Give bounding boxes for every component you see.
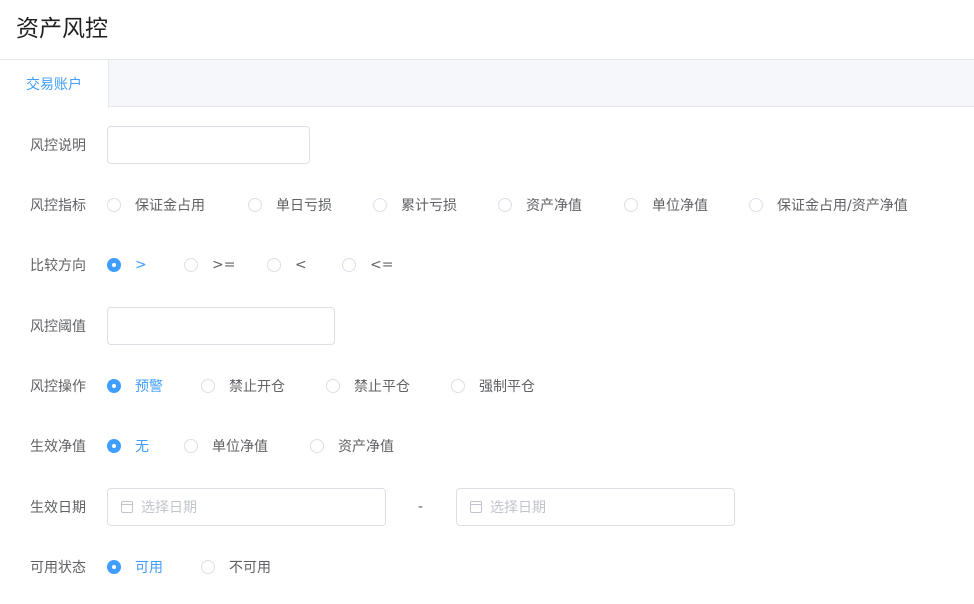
form-row-status: 可用状态 可用 不可用: [0, 547, 974, 587]
direction-radio-lt[interactable]: <: [267, 255, 307, 275]
date-range-separator: -: [418, 499, 424, 515]
radio-circle: [373, 198, 387, 212]
threshold-input[interactable]: [107, 307, 335, 345]
form-row-description: 风控说明: [0, 125, 974, 165]
action-radio-forbid-open[interactable]: 禁止开仓: [201, 376, 285, 396]
calendar-icon: [121, 501, 133, 513]
status-label: 可用状态: [30, 560, 86, 576]
direction-radio-gte[interactable]: >=: [184, 255, 235, 275]
form-row-indicator: 风控指标 保证金占用 单日亏损 累计亏损 资产净值 单位净值 保证金占用/资产净…: [0, 185, 974, 225]
action-radio-warning[interactable]: 预警: [107, 376, 163, 396]
description-input[interactable]: [107, 126, 310, 164]
status-radio-unavailable[interactable]: 不可用: [201, 557, 271, 577]
description-label: 风控说明: [30, 138, 86, 154]
indicator-radio-margin-over-net-asset[interactable]: 保证金占用/资产净值: [749, 195, 908, 215]
radio-circle: [107, 439, 121, 453]
radio-circle: [107, 198, 121, 212]
end-date-placeholder: 选择日期: [490, 500, 546, 516]
end-date-picker[interactable]: 选择日期: [456, 488, 735, 526]
radio-circle: [451, 379, 465, 393]
form-row-threshold: 风控阈值: [0, 306, 974, 346]
effective-date-label: 生效日期: [30, 500, 86, 516]
radio-circle: [107, 560, 121, 574]
threshold-label: 风控阈值: [30, 319, 86, 335]
radio-circle: [267, 258, 281, 272]
tab-trading-account[interactable]: 交易账户: [0, 59, 109, 108]
radio-circle: [107, 379, 121, 393]
form-row-effective-date: 生效日期 选择日期 - 选择日期: [0, 487, 974, 527]
radio-circle: [749, 198, 763, 212]
radio-circle: [498, 198, 512, 212]
indicator-radio-unit-nav[interactable]: 单位净值: [624, 195, 708, 215]
page-title: 资产风控: [16, 16, 108, 42]
indicator-radio-cumulative-loss[interactable]: 累计亏损: [373, 195, 457, 215]
indicator-radio-daily-loss[interactable]: 单日亏损: [248, 195, 332, 215]
effective-nav-radio-net-asset[interactable]: 资产净值: [310, 436, 394, 456]
tab-bar: 交易账户: [0, 59, 974, 108]
radio-circle: [624, 198, 638, 212]
radio-circle: [326, 379, 340, 393]
radio-circle: [310, 439, 324, 453]
action-radio-forbid-close[interactable]: 禁止平仓: [326, 376, 410, 396]
radio-circle: [201, 379, 215, 393]
start-date-picker[interactable]: 选择日期: [107, 488, 386, 526]
radio-circle: [184, 258, 198, 272]
radio-circle: [184, 439, 198, 453]
effective-nav-radio-unit-nav[interactable]: 单位净值: [184, 436, 268, 456]
direction-label: 比较方向: [30, 258, 86, 274]
indicator-radio-net-asset[interactable]: 资产净值: [498, 195, 582, 215]
form-row-effective-nav: 生效净值 无 单位净值 资产净值: [0, 426, 974, 466]
radio-circle: [248, 198, 262, 212]
radio-circle: [107, 258, 121, 272]
direction-radio-gt[interactable]: >: [107, 255, 147, 275]
radio-circle: [342, 258, 356, 272]
calendar-icon: [470, 501, 482, 513]
action-label: 风控操作: [30, 379, 86, 395]
indicator-label: 风控指标: [30, 198, 86, 214]
form-row-action: 风控操作 预警 禁止开仓 禁止平仓 强制平仓: [0, 366, 974, 406]
radio-circle: [201, 560, 215, 574]
start-date-placeholder: 选择日期: [141, 500, 197, 516]
effective-nav-label: 生效净值: [30, 439, 86, 455]
status-radio-available[interactable]: 可用: [107, 557, 163, 577]
effective-nav-radio-none[interactable]: 无: [107, 436, 149, 456]
indicator-radio-margin-usage[interactable]: 保证金占用: [107, 195, 205, 215]
form-row-direction: 比较方向 > >= < <=: [0, 245, 974, 285]
action-radio-force-close[interactable]: 强制平仓: [451, 376, 535, 396]
direction-radio-lte[interactable]: <=: [342, 255, 393, 275]
